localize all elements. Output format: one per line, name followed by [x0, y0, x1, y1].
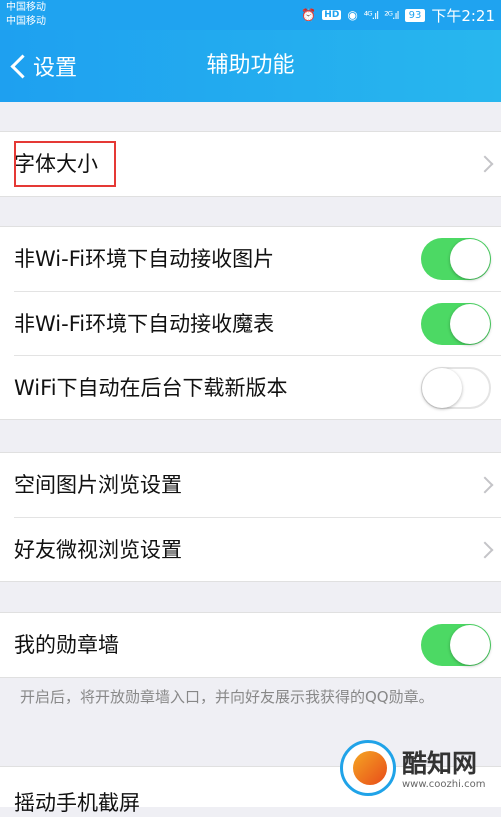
chevron-right-icon — [476, 541, 494, 559]
nav-bar: 设置 辅助功能 — [0, 30, 501, 102]
qzone-image-browse-row[interactable]: 空间图片浏览设置 — [0, 453, 501, 517]
settings-group-auto-receive: 非Wi-Fi环境下自动接收图片 非Wi-Fi环境下自动接收魔表 WiFi下自动在… — [0, 226, 501, 420]
shake-screenshot-label[interactable]: 摇动手机截屏 — [14, 787, 140, 817]
row-label: 非Wi-Fi环境下自动接收图片 — [14, 247, 275, 271]
auto-receive-images-toggle[interactable] — [421, 238, 491, 280]
settings-group-medal: 我的勋章墙 — [0, 612, 501, 678]
wifi-auto-update-toggle[interactable] — [421, 367, 491, 409]
status-time: 下午2:21 — [431, 6, 495, 25]
page-title: 辅助功能 — [206, 53, 295, 78]
carrier-label-secondary: 中国移动 — [6, 16, 46, 27]
battery-icon: 93 — [404, 8, 426, 22]
settings-group-font: 字体大小 — [0, 131, 501, 197]
toggle-knob — [422, 368, 462, 408]
toggle-knob — [450, 304, 490, 344]
row-label: 非Wi-Fi环境下自动接收魔表 — [14, 312, 275, 336]
eye-icon: ◉ — [347, 8, 358, 22]
row-label: 好友微视浏览设置 — [14, 538, 182, 562]
alarm-icon: ⏰ — [301, 8, 317, 22]
font-size-row[interactable]: 字体大小 — [0, 132, 501, 196]
friend-video-browse-row[interactable]: 好友微视浏览设置 — [14, 517, 501, 581]
toggle-knob — [450, 239, 490, 279]
auto-receive-effects-toggle[interactable] — [421, 303, 491, 345]
row-label: 空间图片浏览设置 — [14, 473, 182, 497]
auto-receive-images-row: 非Wi-Fi环境下自动接收图片 — [0, 227, 501, 291]
watermark-url: www.coozhi.com — [402, 779, 486, 790]
watermark: 酷知网 www.coozhi.com — [340, 738, 500, 801]
carrier-label: 中国移动 — [6, 2, 46, 13]
watermark-logo-icon — [340, 740, 396, 796]
signal-4g-icon: ⁴ᴳ.ıl — [363, 8, 379, 22]
row-label: WiFi下自动在后台下载新版本 — [14, 376, 288, 400]
chevron-right-icon — [476, 476, 494, 494]
toggle-knob — [450, 625, 490, 665]
wifi-auto-update-row: WiFi下自动在后台下载新版本 — [14, 355, 501, 419]
signal-2g-icon: ²ᴳ.ıl — [384, 8, 399, 22]
row-label: 字体大小 — [14, 152, 98, 176]
medal-footnote: 开启后，将开放勋章墙入口，并向好友展示我获得的QQ勋章。 — [20, 688, 434, 706]
watermark-name: 酷知网 — [402, 749, 478, 778]
row-label: 我的勋章墙 — [14, 633, 119, 657]
medal-wall-toggle[interactable] — [421, 624, 491, 666]
chevron-right-icon — [476, 155, 494, 173]
status-bar: 中国移动 中国移动 ⏰ HD ◉ ⁴ᴳ.ıl ²ᴳ.ıl 93 下午2:21 — [0, 0, 501, 30]
hd-icon: HD — [322, 10, 342, 20]
auto-receive-effects-row: 非Wi-Fi环境下自动接收魔表 — [14, 291, 501, 355]
medal-wall-row: 我的勋章墙 — [0, 613, 501, 677]
settings-group-browse: 空间图片浏览设置 好友微视浏览设置 — [0, 452, 501, 582]
